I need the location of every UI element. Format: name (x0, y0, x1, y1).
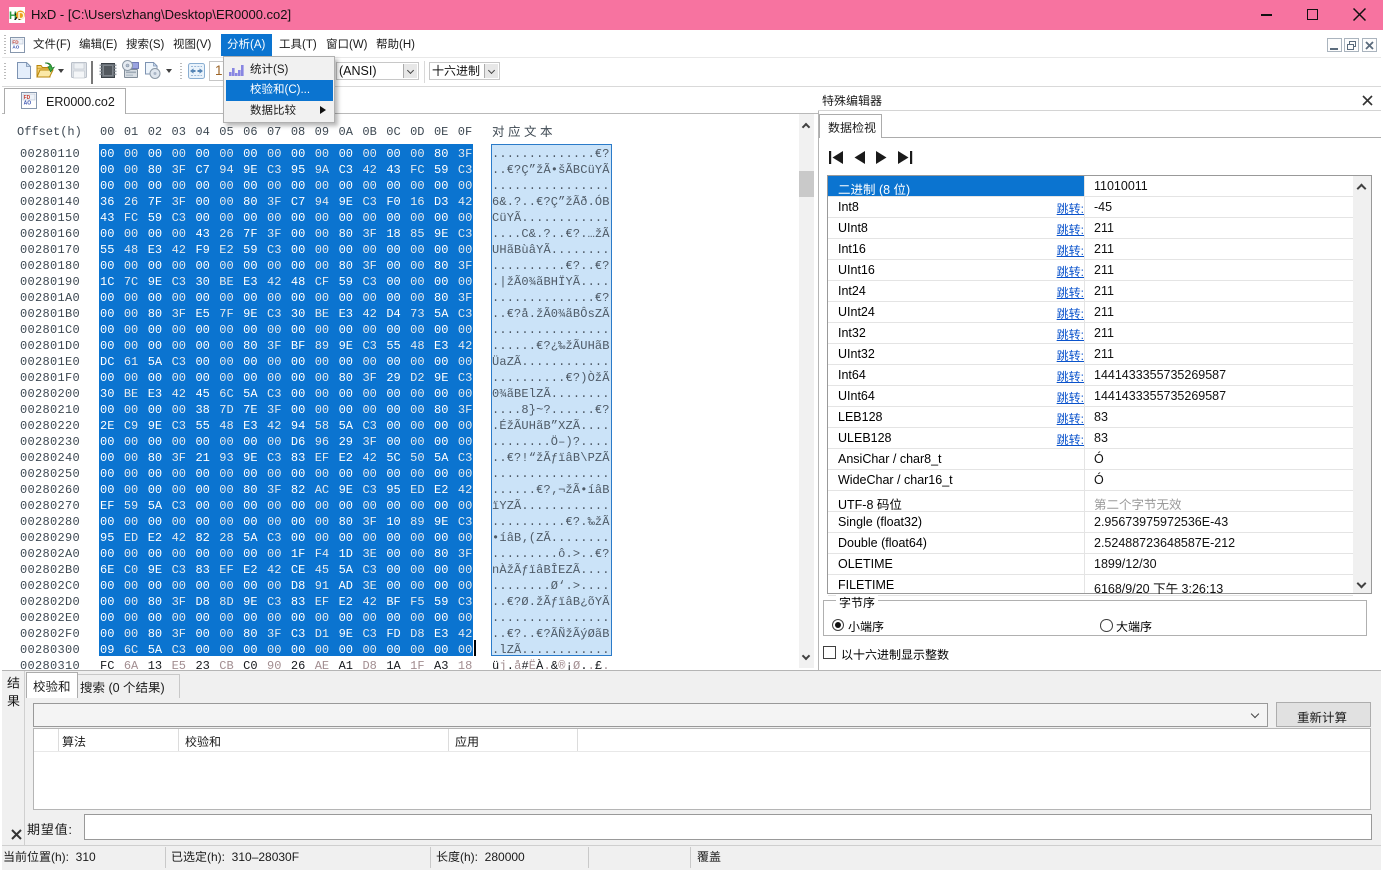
svg-text:D: D (18, 11, 25, 22)
svg-text:AO: AO (24, 101, 32, 107)
svg-text:AO: AO (12, 45, 19, 50)
